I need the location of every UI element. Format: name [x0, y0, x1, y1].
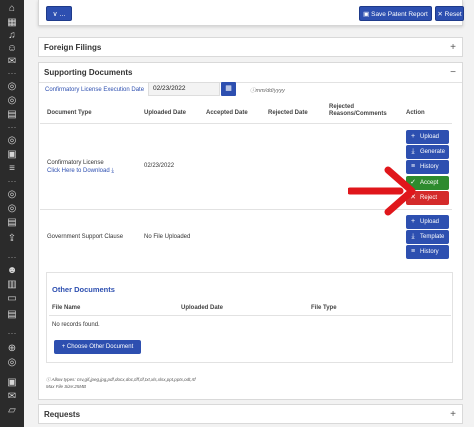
globe-icon[interactable]: ◎	[6, 190, 18, 200]
collapse-icon[interactable]: −	[450, 63, 456, 83]
panel-title: Requests	[44, 410, 81, 419]
history-button[interactable]: ≡ History	[406, 245, 449, 259]
col-rejected-reasons: Rejected Reasons/Comments	[329, 104, 387, 117]
document-icon[interactable]: ▤	[6, 310, 18, 320]
more-dots-icon: ···	[7, 252, 17, 262]
panel-header[interactable]: Requests +	[39, 405, 462, 425]
requests-panel[interactable]: Requests +	[38, 404, 463, 424]
mail-icon[interactable]: ✉	[6, 57, 18, 67]
save-icon: ▣	[363, 11, 372, 18]
panel-header[interactable]: Supporting Documents −	[39, 63, 462, 83]
other-documents-title: Other Documents	[52, 285, 115, 294]
divider	[40, 123, 452, 124]
expand-icon[interactable]: +	[450, 38, 456, 58]
col-uploaded-date: Uploaded Date	[181, 305, 224, 311]
template-button[interactable]: ⤓ Template	[406, 230, 449, 244]
globe-icon[interactable]: ◎	[6, 204, 18, 214]
divider	[49, 315, 451, 316]
more-dots-icon: ···	[7, 328, 17, 338]
choose-other-document-button[interactable]: + Choose Other Document	[54, 340, 141, 354]
col-file-type: File Type	[311, 305, 337, 311]
panel-title: Foreign Filings	[44, 43, 102, 52]
col-file-name: File Name	[52, 305, 81, 311]
col-rejected-date: Rejected Date	[268, 110, 308, 116]
execution-date-input[interactable]: 02/23/2022	[148, 82, 220, 96]
globe-icon[interactable]: ◎	[6, 82, 18, 92]
plus-icon: +	[410, 133, 416, 140]
col-accepted-date: Accepted Date	[206, 110, 248, 116]
col-action: Action	[406, 110, 425, 116]
other-documents-card: Other Documents File Name Uploaded Date …	[46, 272, 453, 363]
generate-button[interactable]: ⤓ Generate	[406, 145, 449, 159]
list-icon: ≡	[410, 248, 416, 255]
grid-icon[interactable]: ▦	[6, 18, 18, 28]
globe-icon[interactable]: ◎	[6, 358, 18, 368]
expand-icon[interactable]: +	[450, 405, 456, 425]
allowed-types-hint: ⓘ Allow types: csv,gif,jpeg,jpg,pdf,docx…	[46, 377, 196, 382]
panel-title: Supporting Documents	[44, 68, 133, 77]
upload-icon[interactable]: ⇪	[6, 234, 18, 244]
empty-message: No records found.	[52, 322, 100, 328]
document-icon[interactable]: ▤	[6, 218, 18, 228]
calendar-icon[interactable]: ▣	[6, 378, 18, 388]
globe-icon[interactable]: ◎	[6, 96, 18, 106]
panel-header[interactable]: Foreign Filings +	[39, 38, 462, 58]
download-icon: ⤓	[111, 168, 115, 174]
people-icon[interactable]: ☻	[6, 266, 18, 276]
action-toolbar: ∨ ... ▣ Save Patent Report ✕ Reset	[38, 0, 464, 26]
foreign-filings-panel[interactable]: Foreign Filings +	[38, 37, 463, 57]
download-icon: ⤓	[411, 148, 415, 155]
left-nav-rail: ⌂ ▦ ♫ ☺ ✉ ··· ◎ ◎ ▤ ··· ◎ ▣ ≡ ··· ◎ ◎ ▤ …	[0, 0, 24, 427]
document-icon[interactable]: ▤	[6, 110, 18, 120]
download-link[interactable]: Click Here to Download ⤓	[47, 168, 114, 175]
reset-button[interactable]: ✕ Reset	[435, 6, 464, 21]
uploaded-date-cell: No File Uploaded	[144, 234, 191, 240]
plus-icon: +	[410, 218, 416, 225]
user-icon[interactable]: ☺	[6, 44, 18, 54]
execution-date-label: Confirmatory License Execution Date	[45, 87, 145, 93]
inbox-icon[interactable]: ▱	[6, 406, 18, 416]
document-type-cell: Government Support Clause	[47, 234, 124, 240]
upload-button[interactable]: + Upload	[406, 215, 449, 229]
more-dots-icon: ···	[7, 122, 17, 132]
save-patent-report-button[interactable]: ▣ Save Patent Report	[359, 6, 432, 21]
annotation-arrow-icon	[348, 166, 416, 216]
upload-button[interactable]: + Upload	[406, 130, 449, 144]
home-icon[interactable]: ⌂	[6, 4, 18, 14]
calendar-icon[interactable]: ▣	[6, 150, 18, 160]
download-icon: ⤓	[411, 233, 415, 240]
more-dots-icon: ···	[7, 68, 17, 78]
add-circle-icon[interactable]: ⊕	[6, 344, 18, 354]
more-dots-icon: ···	[7, 176, 17, 186]
bell-icon[interactable]: ♫	[6, 31, 18, 41]
close-icon: ✕	[437, 11, 445, 18]
more-actions-dropdown[interactable]: ∨ ...	[46, 6, 72, 21]
globe-icon[interactable]: ◎	[6, 136, 18, 146]
col-document-type: Document Type	[47, 110, 92, 116]
col-uploaded-date: Uploaded Date	[144, 110, 187, 116]
main-content: ∨ ... ▣ Save Patent Report ✕ Reset Forei…	[31, 0, 468, 427]
list-icon[interactable]: ≡	[6, 164, 18, 174]
building-icon[interactable]: ▥	[6, 280, 18, 290]
document-type-cell: Confirmatory License	[47, 160, 104, 166]
mail-icon[interactable]: ✉	[6, 392, 18, 402]
date-format-hint: ⓘmm/dd/yyyy	[250, 88, 285, 94]
uploaded-date-cell: 02/23/2022	[144, 163, 175, 169]
calendar-icon[interactable]: ▦	[221, 82, 236, 96]
briefcase-icon[interactable]: ▭	[6, 294, 18, 304]
max-size-hint: Max File Size:25MB	[46, 384, 87, 389]
